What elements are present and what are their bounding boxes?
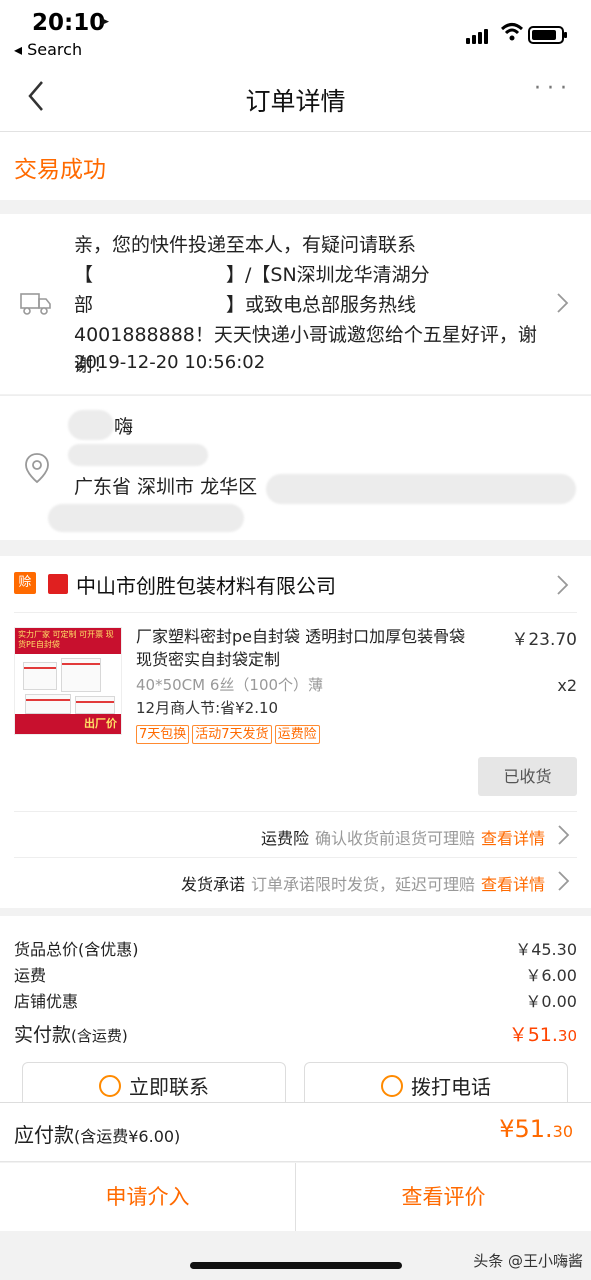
payable-label: 应付款(含运费¥6.00) xyxy=(14,1123,181,1147)
service-desc: 订单承诺限时发货，延迟可理赔 xyxy=(250,875,475,894)
redacted-street xyxy=(266,474,576,504)
service-label: 发货承诺 xyxy=(180,875,245,894)
redacted-detail xyxy=(48,504,244,532)
status-time: 20:10 xyxy=(32,10,106,36)
service-label: 运费险 xyxy=(260,829,309,848)
product-image-price-tag: 出厂价 xyxy=(15,714,121,734)
battery-icon xyxy=(528,26,567,44)
address-card: 嗨 广东省 深圳市 龙华区 xyxy=(0,395,591,540)
service-row-shipping-promise[interactable]: 发货承诺 订单承诺限时发货，延迟可理赔 查看详情 xyxy=(14,857,577,903)
view-review-button[interactable]: 查看评价 xyxy=(296,1163,591,1231)
page-title: 订单详情 xyxy=(245,87,346,116)
tag-insurance: 运费险 xyxy=(274,725,320,744)
paid-label: 实付款(含运费) xyxy=(14,1024,128,1046)
tag-shipping: 活动7天发货 xyxy=(192,725,272,744)
paid-row: 实付款(含运费) ￥51.30 xyxy=(14,1020,577,1047)
credit-badge: 赊 xyxy=(14,572,36,594)
view-details-link[interactable]: 查看详情 xyxy=(481,875,545,894)
watermark: 头条 @王小嗨酱 xyxy=(473,1252,583,1270)
status-bar: 20:10 ➤ ◂ Search xyxy=(0,0,591,62)
summary-row: 店铺优惠 ￥0.00 xyxy=(14,988,577,1012)
redacted-phone xyxy=(68,444,208,466)
service-desc: 确认收货前退货可理赔 xyxy=(314,829,475,848)
redacted-name xyxy=(68,410,114,440)
summary-value: ￥45.30 xyxy=(515,940,577,959)
summary-value: ￥6.00 xyxy=(525,966,577,985)
back-to-app-link[interactable]: ◂ Search xyxy=(14,40,82,59)
summary-label: 店铺优惠 xyxy=(14,992,79,1011)
home-indicator[interactable] xyxy=(190,1262,402,1269)
cellular-signal-icon xyxy=(466,28,492,44)
more-options-icon[interactable]: ··· xyxy=(534,76,573,101)
shop-logo-icon xyxy=(48,574,68,594)
chevron-right-icon[interactable] xyxy=(556,574,570,596)
product-image[interactable]: 实力厂家 可定制 可开票 现货PE自封袋 出厂价 xyxy=(14,627,122,735)
chat-icon xyxy=(99,1075,121,1097)
price-summary: 货品总价(含优惠) ￥45.30 运费 ￥6.00 店铺优惠 ￥0.00 实付款… xyxy=(0,916,591,1116)
product-promo: 12月商人节:省¥2.10 xyxy=(136,699,279,717)
product-price: ￥23.70 xyxy=(511,630,577,650)
apply-intervention-button[interactable]: 申请介入 xyxy=(0,1163,295,1231)
location-pin-icon xyxy=(24,452,50,484)
product-image-banner: 实力厂家 可定制 可开票 现货PE自封袋 xyxy=(15,628,121,654)
shop-order-card: 赊 中山市创胜包装材料有限公司 实力厂家 可定制 可开票 现货PE自封袋 出厂价… xyxy=(0,556,591,908)
summary-row: 货品总价(含优惠) ￥45.30 xyxy=(14,936,577,960)
logistics-card[interactable]: 亲，您的快件投递至本人，有疑问请联系【 】/【SN深圳龙华清湖分部 】或致电总部… xyxy=(0,214,591,394)
logistics-time: 2019-12-20 10:56:02 xyxy=(74,352,266,373)
view-details-link[interactable]: 查看详情 xyxy=(481,829,545,848)
product-quantity: x2 xyxy=(557,676,577,695)
navigation-bar: 订单详情 ··· xyxy=(0,62,591,132)
service-row-freight-insurance[interactable]: 运费险 确认收货前退货可理赔 查看详情 xyxy=(14,811,577,857)
product-spec: 40*50CM 6丝（100个）薄 xyxy=(136,676,324,694)
order-status-section: 交易成功 xyxy=(0,132,591,200)
divider xyxy=(14,612,577,613)
location-arrow-icon: ➤ xyxy=(98,14,110,30)
received-button[interactable]: 已收货 xyxy=(478,757,577,796)
truck-icon xyxy=(20,290,52,316)
order-status: 交易成功 xyxy=(14,157,106,183)
product-title[interactable]: 厂家塑料密封pe自封袋 透明封口加厚包装骨袋 现货密实自封袋定制 xyxy=(136,625,486,671)
summary-row: 运费 ￥6.00 xyxy=(14,962,577,986)
bottom-action-bar: 申请介入 查看评价 xyxy=(0,1163,591,1231)
tag-exchange: 7天包换 xyxy=(136,725,190,744)
summary-label: 运费 xyxy=(14,966,47,985)
shop-name[interactable]: 中山市创胜包装材料有限公司 xyxy=(76,570,336,599)
chevron-right-icon xyxy=(557,824,571,846)
service-tags: 7天包换 活动7天发货 运费险 xyxy=(136,723,323,744)
phone-icon xyxy=(381,1075,403,1097)
chevron-right-icon xyxy=(557,870,571,892)
paid-amount: ￥51.30 xyxy=(508,1024,577,1046)
address-region: 广东省 深圳市 龙华区 xyxy=(74,476,258,498)
payable-amount: ¥51.30 xyxy=(499,1115,573,1143)
recipient-name: 嗨 xyxy=(114,416,134,438)
summary-label: 货品总价(含优惠) xyxy=(14,940,139,959)
chevron-right-icon xyxy=(556,292,570,314)
payable-bar: 应付款(含运费¥6.00) ¥51.30 xyxy=(0,1102,591,1162)
wifi-icon xyxy=(500,22,524,47)
summary-value: ￥0.00 xyxy=(525,992,577,1011)
